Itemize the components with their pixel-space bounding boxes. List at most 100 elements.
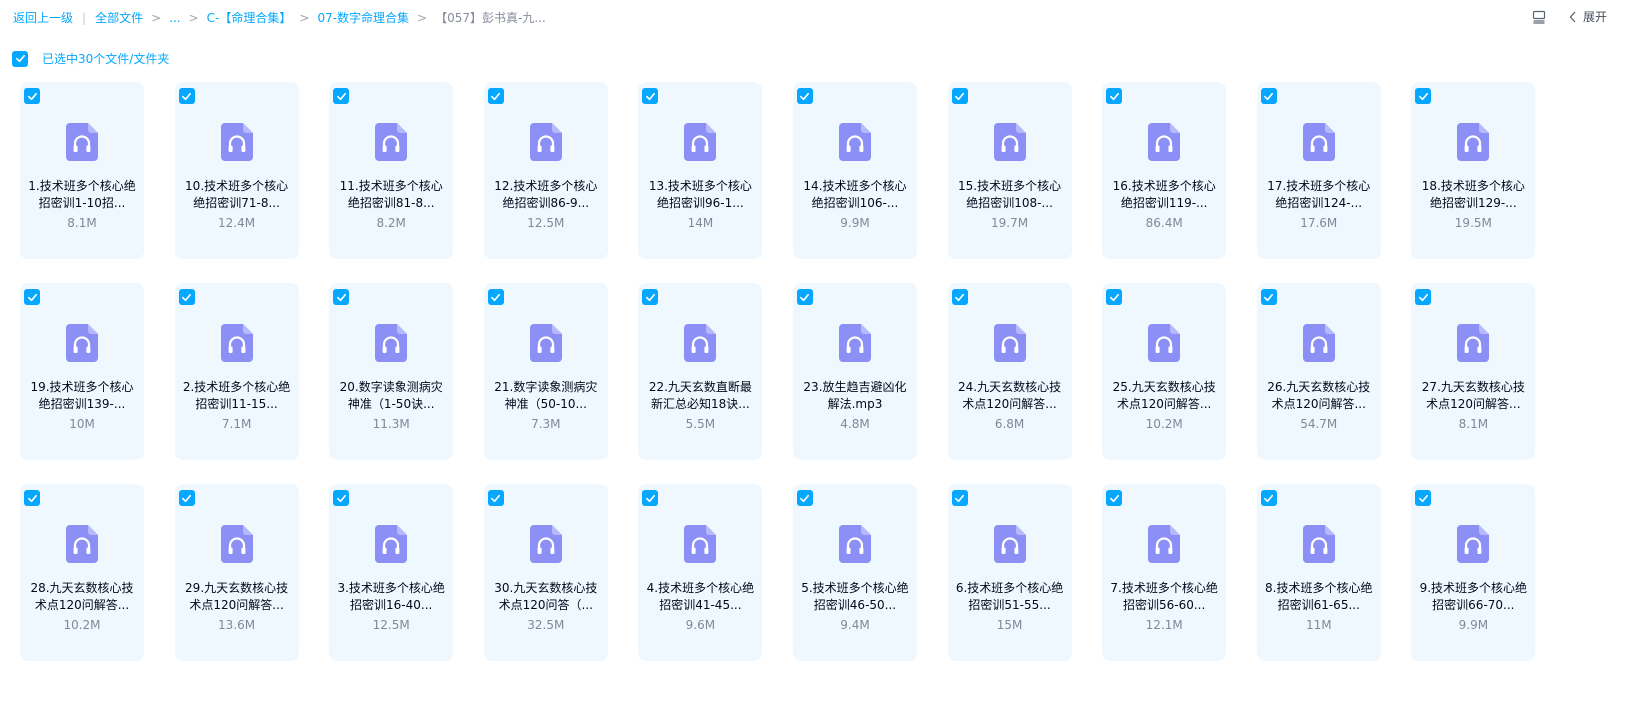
file-checkbox[interactable] [333, 490, 350, 506]
file-checkbox[interactable] [796, 289, 813, 305]
file-checkbox[interactable] [178, 289, 195, 305]
file-name: 23.放生趋吉避凶化解法.mp3 [803, 380, 907, 411]
file-checkbox[interactable] [796, 490, 813, 506]
file-checkbox[interactable] [24, 88, 40, 104]
file-card[interactable]: 16.技术班多个核心绝招密训119-... 86.4M [1102, 82, 1227, 259]
audio-file-icon [1302, 123, 1335, 161]
select-all-checkbox[interactable] [12, 50, 28, 67]
file-checkbox[interactable] [796, 88, 813, 104]
file-name: 9.技术班多个核心绝招密训66-70... [1419, 581, 1528, 612]
breadcrumb-folder-mingli[interactable]: C-【命理合集】 [207, 9, 292, 26]
file-card[interactable]: 15.技术班多个核心绝招密训108-... 19.7M [947, 82, 1072, 259]
file-checkbox[interactable] [178, 88, 195, 104]
chevron-right-icon: > [188, 10, 199, 25]
file-checkbox[interactable] [333, 88, 350, 104]
file-name: 12.技术班多个核心绝招密训86-9... [494, 179, 598, 210]
file-card[interactable]: 22.九天玄数直断最新汇总必知18诀... 5.5M [638, 283, 763, 460]
file-checkbox[interactable] [333, 289, 350, 305]
file-checkbox[interactable] [24, 490, 40, 506]
file-card[interactable]: 18.技术班多个核心绝招密训129-... 19.5M [1411, 82, 1536, 259]
file-card[interactable]: 20.数字读象测病灾神准（1-50诀... 11.3M [329, 283, 454, 460]
file-checkbox[interactable] [1260, 490, 1277, 506]
file-card[interactable]: 7.技术班多个核心绝招密训56-60... 12.1M [1102, 484, 1227, 661]
file-name: 6.技术班多个核心绝招密训51-55... [955, 581, 1064, 612]
file-card[interactable]: 6.技术班多个核心绝招密训51-55... 15M [947, 484, 1072, 661]
file-card[interactable]: 3.技术班多个核心绝招密训16-40... 12.5M [329, 484, 454, 661]
audio-file-icon [1148, 525, 1181, 563]
audio-file-icon [684, 123, 717, 161]
check-icon [182, 494, 192, 502]
file-checkbox[interactable] [951, 289, 968, 305]
file-checkbox[interactable] [951, 88, 968, 104]
breadcrumb-all-files[interactable]: 全部文件 [95, 9, 143, 26]
file-card[interactable]: 25.九天玄数核心技术点120问解答... 10.2M [1102, 283, 1227, 460]
file-checkbox[interactable] [24, 289, 40, 305]
file-card[interactable]: 1.技术班多个核心绝招密训1-10招... 8.1M [20, 82, 144, 259]
view-list-icon[interactable] [1531, 9, 1547, 25]
file-card[interactable]: 30.九天玄数核心技术点120问答（... 32.5M [483, 484, 608, 661]
file-checkbox[interactable] [642, 88, 659, 104]
file-card[interactable]: 10.技术班多个核心绝招密训71-8... 12.4M [174, 82, 299, 259]
file-checkbox[interactable] [1415, 88, 1432, 104]
file-name: 7.技术班多个核心绝招密训56-60... [1110, 581, 1218, 612]
file-size: 15M [996, 618, 1023, 632]
check-icon [1109, 494, 1119, 502]
file-checkbox[interactable] [1106, 289, 1123, 305]
file-card[interactable]: 2.技术班多个核心绝招密训11-15... 7.1M [174, 283, 299, 460]
expand-button[interactable]: 展开 [1569, 8, 1607, 25]
file-size: 14M [687, 216, 714, 230]
audio-file-icon [684, 525, 717, 563]
file-checkbox[interactable] [1106, 490, 1123, 506]
file-name: 11.技术班多个核心绝招密训81-8... [339, 179, 443, 210]
file-size: 9.6M [685, 618, 716, 632]
file-card[interactable]: 11.技术班多个核心绝招密训81-8... 8.2M [329, 82, 454, 259]
file-name: 25.九天玄数核心技术点120问解答... [1112, 380, 1216, 411]
file-checkbox[interactable] [951, 490, 968, 506]
file-card[interactable]: 13.技术班多个核心绝招密训96-1... 14M [638, 82, 763, 259]
file-checkbox[interactable] [487, 88, 504, 104]
file-checkbox[interactable] [487, 490, 504, 506]
back-link[interactable]: 返回上一级 [13, 9, 73, 26]
file-checkbox[interactable] [1415, 289, 1432, 305]
breadcrumb-ellipsis[interactable]: ... [169, 11, 180, 25]
file-card[interactable]: 4.技术班多个核心绝招密训41-45... 9.6M [638, 484, 763, 661]
file-checkbox[interactable] [1260, 88, 1277, 104]
file-checkbox[interactable] [487, 289, 504, 305]
file-card[interactable]: 21.数字读象测病灾神准（50-10... 7.3M [483, 283, 608, 460]
file-checkbox[interactable] [178, 490, 195, 506]
file-name: 4.技术班多个核心绝招密训41-45... [646, 581, 755, 612]
file-size: 86.4M [1145, 216, 1183, 230]
check-icon [955, 92, 965, 100]
check-icon [955, 293, 965, 301]
file-card[interactable]: 28.九天玄数核心技术点120问解答... 10.2M [20, 484, 144, 661]
file-card[interactable]: 24.九天玄数核心技术点120问解答... 6.8M [947, 283, 1072, 460]
file-card[interactable]: 8.技术班多个核心绝招密训61-65... 11M [1256, 484, 1381, 661]
audio-file-icon [220, 123, 253, 161]
file-card[interactable]: 12.技术班多个核心绝招密训86-9... 12.5M [483, 82, 608, 259]
file-name: 18.技术班多个核心绝招密训129-... [1421, 179, 1525, 210]
audio-file-icon [220, 324, 253, 362]
check-icon [645, 494, 655, 502]
file-checkbox[interactable] [642, 289, 659, 305]
audio-file-icon [1302, 324, 1335, 362]
file-card[interactable]: 9.技术班多个核心绝招密训66-70... 9.9M [1411, 484, 1536, 661]
audio-file-icon [684, 324, 717, 362]
check-icon [800, 92, 810, 100]
file-card[interactable]: 29.九天玄数核心技术点120问解答... 13.6M [174, 484, 299, 661]
file-card[interactable]: 14.技术班多个核心绝招密训106-... 9.9M [792, 82, 917, 259]
file-checkbox[interactable] [1415, 490, 1432, 506]
file-checkbox[interactable] [1106, 88, 1123, 104]
file-name: 1.技术班多个核心绝招密训1-10招... [28, 179, 136, 210]
file-card[interactable]: 27.九天玄数核心技术点120问解答... 8.1M [1411, 283, 1536, 460]
file-card[interactable]: 5.技术班多个核心绝招密训46-50... 9.4M [792, 484, 917, 661]
file-checkbox[interactable] [642, 490, 659, 506]
file-size: 12.5M [372, 618, 410, 632]
file-checkbox[interactable] [1260, 289, 1277, 305]
file-card[interactable]: 17.技术班多个核心绝招密训124-... 17.6M [1256, 82, 1381, 259]
breadcrumb-folder-shuzi[interactable]: 07-数字命理合集 [317, 9, 409, 26]
file-card[interactable]: 19.技术班多个核心绝招密训139-... 10M [20, 283, 144, 460]
file-card[interactable]: 23.放生趋吉避凶化解法.mp3 4.8M [792, 283, 917, 460]
file-name: 24.九天玄数核心技术点120问解答... [958, 380, 1062, 411]
file-card[interactable]: 26.九天玄数核心技术点120问解答... 54.7M [1256, 283, 1381, 460]
file-name: 2.技术班多个核心绝招密训11-15... [182, 380, 291, 411]
